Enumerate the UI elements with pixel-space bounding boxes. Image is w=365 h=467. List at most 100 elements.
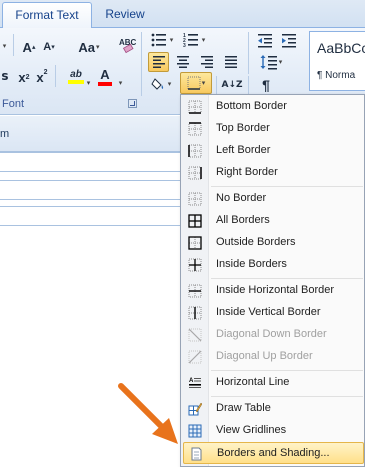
justify-button[interactable] [220,52,241,72]
border-bottom-icon [187,76,201,90]
tab-review[interactable]: Review [96,2,154,29]
align-right-button[interactable] [196,52,217,72]
menu-item-inside-horizontal-border[interactable]: Inside Horizontal Border [183,280,364,302]
menu-item-horizontal-line[interactable]: A Horizontal Line [183,372,364,394]
bullets-button[interactable]: ▾ [148,30,176,50]
increase-indent-button[interactable] [278,30,300,50]
font-color-dropdown[interactable]: ▾ [116,73,124,93]
menu-separator [211,370,363,371]
shading-button[interactable]: ▾ [148,74,174,94]
superscript-button[interactable]: x2 [34,67,50,87]
bullets-icon [151,33,166,47]
svg-text:A: A [189,378,194,384]
menu-item-label: Top Border [216,122,270,134]
border-outside-icon [188,236,202,250]
pilcrow-icon: ¶ [262,77,270,93]
ribbon-separator [141,32,142,96]
menu-item-label: Right Border [216,166,278,178]
grow-font-button[interactable]: A ▴ [20,37,38,57]
document-field[interactable] [0,152,182,172]
highlight-color-bar [68,79,84,84]
align-left-button[interactable] [148,52,169,72]
border-inside-horizontal-icon [188,284,202,298]
svg-text:3: 3 [183,43,186,48]
menu-item-top-border[interactable]: Top Border [183,118,364,140]
highlight-dropdown[interactable]: ▾ [84,73,92,93]
grow-font-label: A [22,39,32,55]
menu-item-diagonal-up-border: Diagonal Up Border [183,346,364,368]
menu-item-label: Borders and Shading... [217,447,330,459]
draw-table-icon [188,402,202,416]
menu-item-label: Inside Borders [216,258,287,270]
menu-item-all-borders[interactable]: All Borders [183,210,364,232]
menu-item-inside-vertical-border[interactable]: Inside Vertical Border [183,302,364,324]
menu-item-label: All Borders [216,214,270,226]
border-diagonal-up-icon [188,350,202,364]
quick-style-normal[interactable]: AaBbCcI ¶ Norma [309,31,365,91]
menu-item-view-gridlines[interactable]: View Gridlines [183,420,364,442]
menu-item-label: Inside Vertical Border [216,306,321,318]
document-field[interactable] [0,180,182,200]
justify-icon [224,56,237,68]
border-diagonal-down-icon [188,328,202,342]
border-none-icon [188,192,202,206]
ribbon-separator [248,54,249,74]
menu-item-label: Inside Horizontal Border [216,284,335,296]
subscript-label: x [18,69,26,85]
numbering-button[interactable]: 1 2 3 ▾ [180,30,208,50]
border-top-icon [188,122,202,136]
menu-item-no-border[interactable]: No Border [183,188,364,210]
ribbon-separator [13,34,14,56]
font-group-label: Font [2,98,25,110]
horizontal-line-icon: A [189,378,201,388]
font-color-bar [98,81,112,86]
borders-dropdown-button[interactable]: ▾ [180,72,212,94]
ribbon-separator [216,76,217,96]
menu-item-draw-table[interactable]: Draw Table [183,398,364,420]
menu-item-label: Bottom Border [216,100,287,112]
menu-item-left-border[interactable]: Left Border [183,140,364,162]
menu-item-label: Horizontal Line [216,376,290,388]
ribbon-separator [248,32,249,54]
line-spacing-button[interactable]: ▾ [254,52,288,72]
tab-format-text[interactable]: Format Text [2,2,92,29]
style-sample-text: AaBbCcI [317,40,365,56]
border-inside-icon [188,258,202,272]
align-left-icon [152,56,165,68]
border-bottom-icon [188,100,202,114]
clear-formatting-button[interactable]: ABC [116,34,138,56]
font-color-button[interactable]: A [96,64,114,88]
subscript-button[interactable]: x2 [16,67,32,87]
menu-item-label: No Border [216,192,267,204]
document-field[interactable] [0,206,182,226]
shrink-font-button[interactable]: A ▾ [40,37,58,57]
borders-menu: Bottom Border Top Border Left Border Rig… [180,94,365,467]
font-size-dropdown-button[interactable]: ▾ [0,36,8,56]
menu-item-borders-and-shading[interactable]: Borders and Shading... [183,442,364,464]
align-center-icon [176,56,189,68]
strikethrough-button[interactable]: s [0,66,10,86]
border-left-icon [188,144,202,158]
menu-item-right-border[interactable]: Right Border [183,162,364,184]
menu-item-label: Left Border [216,144,271,156]
paint-bucket-icon [151,78,163,90]
sort-button[interactable]: A↓Z [221,74,242,96]
decrease-indent-button[interactable] [254,30,276,50]
align-center-button[interactable] [172,52,193,72]
font-dialog-launcher-button[interactable] [128,99,137,108]
menu-item-label: Diagonal Up Border [216,350,313,362]
menu-item-bottom-border[interactable]: Bottom Border [183,96,364,118]
border-all-icon [188,214,202,228]
change-case-button[interactable]: Aa ▾ [74,37,104,57]
show-hide-button[interactable]: ¶ [256,74,276,96]
menu-item-outside-borders[interactable]: Outside Borders [183,232,364,254]
annotation-arrow-icon [118,383,178,444]
ribbon-separator [248,76,249,96]
menu-item-inside-borders[interactable]: Inside Borders [183,254,364,276]
clear-formatting-icon: ABC [119,38,136,54]
menu-item-label: Diagonal Down Border [216,328,327,340]
document-header-label: m [0,128,10,140]
numbering-icon: 1 2 3 [183,33,198,48]
menu-item-label: View Gridlines [216,424,287,436]
superscript-label: x [36,69,44,85]
